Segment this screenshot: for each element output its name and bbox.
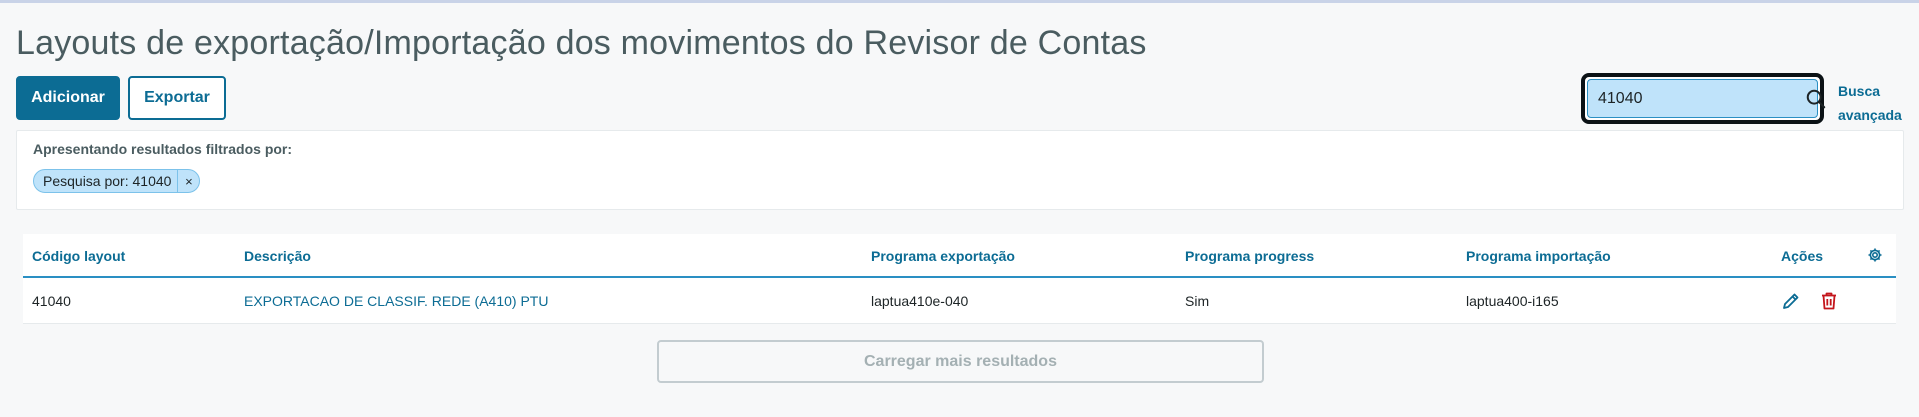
export-button[interactable]: Exportar <box>128 76 226 120</box>
cell-progress: Sim <box>1185 293 1210 309</box>
cell-codigo: 41040 <box>32 293 71 309</box>
cell-descricao-link[interactable]: EXPORTACAO DE CLASSIF. REDE (A410) PTU <box>244 293 548 309</box>
column-header-importacao[interactable]: Programa importação <box>1466 248 1611 264</box>
search-input[interactable] <box>1598 89 1805 108</box>
page-title: Layouts de exportação/Importação dos mov… <box>16 24 1147 62</box>
filter-panel: Apresentando resultados filtrados por: P… <box>16 130 1904 210</box>
table-row: 41040 EXPORTACAO DE CLASSIF. REDE (A410)… <box>23 280 1896 324</box>
column-header-acoes: Ações <box>1781 248 1824 264</box>
column-header-exportacao[interactable]: Programa exportação <box>871 248 1015 264</box>
advanced-search-label-line1: Busca <box>1838 83 1881 99</box>
top-accent-line <box>0 0 1919 3</box>
advanced-search-link[interactable]: Busca avançada <box>1838 79 1908 127</box>
search-icon[interactable] <box>1805 87 1827 111</box>
chip-close-icon[interactable]: × <box>177 170 199 192</box>
search-field-container <box>1587 79 1826 118</box>
column-header-progress[interactable]: Programa progress <box>1185 248 1314 264</box>
add-button[interactable]: Adicionar <box>16 76 120 120</box>
filter-chip-text: Pesquisa por: 41040 <box>43 173 172 189</box>
delete-icon[interactable] <box>1819 291 1839 311</box>
gear-icon[interactable] <box>1867 247 1883 263</box>
edit-icon[interactable] <box>1781 291 1801 311</box>
results-table: Código layout Descrição Programa exporta… <box>23 234 1896 324</box>
cell-exportacao: laptua410e-040 <box>871 293 969 309</box>
filter-chip: Pesquisa por: 41040 × <box>33 169 201 193</box>
filter-label: Apresentando resultados filtrados por: <box>33 141 293 157</box>
column-header-codigo[interactable]: Código layout <box>32 248 125 264</box>
column-header-descricao[interactable]: Descrição <box>244 248 311 264</box>
search-box <box>1581 73 1826 124</box>
cell-importacao: laptua400-i165 <box>1466 293 1559 309</box>
table-header: Código layout Descrição Programa exporta… <box>23 234 1896 278</box>
load-more-button[interactable]: Carregar mais resultados <box>657 340 1264 383</box>
advanced-search-label-line2: avançada <box>1838 107 1902 123</box>
